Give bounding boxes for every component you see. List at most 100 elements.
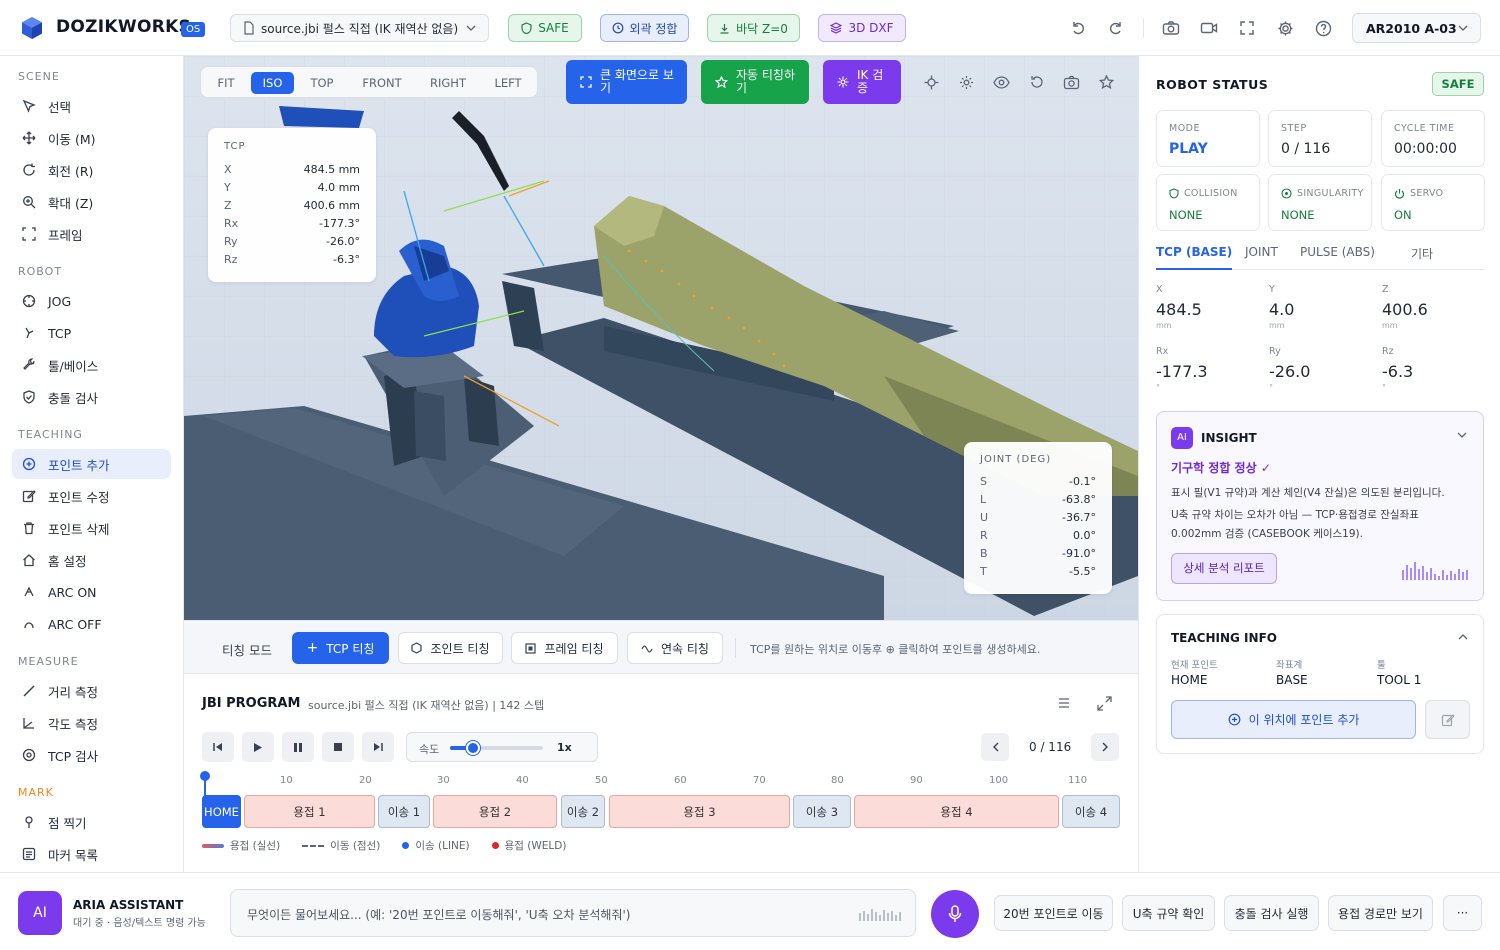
sidebar-item-add-point[interactable]: 포인트 추가	[12, 449, 171, 479]
chip-collision-run[interactable]: 충돌 검사 실행	[1224, 895, 1319, 931]
chevron-up-icon[interactable]	[1458, 634, 1468, 640]
sidebar-item-zoom[interactable]: 확대 (Z)	[12, 187, 171, 217]
tab-pulse[interactable]: PULSE (ABS)	[1300, 245, 1375, 259]
sidebar-item-tcp[interactable]: TCP	[12, 318, 171, 348]
tab-tcp-base[interactable]: TCP (BASE)	[1156, 245, 1233, 270]
sidebar-item-collision[interactable]: 충돌 검사	[12, 382, 171, 412]
zoom-icon	[22, 195, 36, 209]
tcp-teach-button[interactable]: + TCP 티칭	[292, 632, 389, 664]
robot-model-selector[interactable]: AR2010 A-03	[1352, 13, 1481, 43]
camera-icon[interactable]	[1159, 16, 1183, 40]
sidebar-item-marker-list[interactable]: 마커 목록	[12, 839, 171, 869]
segment-weld[interactable]: 용접 1	[244, 795, 375, 828]
sidebar-item-distance[interactable]: 거리 측정	[12, 676, 171, 706]
sidebar-item-arc-off[interactable]: ARC OFF	[12, 609, 171, 639]
chip-weld-path-only[interactable]: 용접 경로만 보기	[1328, 895, 1433, 931]
edit-icon	[1441, 713, 1455, 727]
auto-teach-button[interactable]: 자동 티칭하 기	[701, 60, 809, 104]
segment-move[interactable]: 이송 4	[1062, 795, 1120, 828]
favorite-star-icon[interactable]	[1094, 70, 1118, 94]
view-front-button[interactable]: FRONT	[351, 72, 413, 94]
coord-unit: °	[1156, 383, 1160, 392]
file-selector[interactable]: source.jbi 펄스 직접 (IK 재역산 없음)	[230, 14, 489, 42]
sidebar-item-edit-point[interactable]: 포인트 수정	[12, 481, 171, 511]
sidebar-item-tcp-check[interactable]: TCP 검사	[12, 740, 171, 770]
sun-icon[interactable]	[954, 70, 978, 94]
tool-value: TOOL 1	[1377, 673, 1422, 687]
fullscreen-icon[interactable]	[1235, 16, 1259, 40]
speed-slider[interactable]	[450, 741, 543, 755]
sidebar-item-home-set[interactable]: 홈 설정	[12, 545, 171, 575]
tab-joint[interactable]: JOINT	[1245, 245, 1278, 259]
tcp-row-key: Rx	[224, 217, 239, 230]
chevron-down-icon[interactable]	[1457, 432, 1467, 438]
tcp-row-key: Z	[224, 199, 232, 212]
sidebar-item-arc-on[interactable]: ARC ON	[12, 577, 171, 607]
undo-icon[interactable]	[1066, 16, 1090, 40]
chip-go-point-20[interactable]: 20번 포인트로 이동	[994, 895, 1113, 931]
crosshair-icon[interactable]	[919, 70, 943, 94]
stop-button[interactable]	[322, 732, 354, 762]
tab-other[interactable]: 기타	[1411, 245, 1433, 262]
3d-viewport[interactable]: TCP X 484.5 mm Y 4.0 mm Z 400.6 mm Rx -177.3° Ry…	[184, 56, 1138, 620]
timeline-cursor-knob[interactable]	[200, 771, 210, 781]
sidebar-item-angle[interactable]: 각도 측정	[12, 708, 171, 738]
sidebar-item-tool-base[interactable]: 툴/베이스	[12, 350, 171, 380]
app-name: DOZIKWORKS	[56, 17, 192, 37]
view-iso-button[interactable]: ISO	[251, 72, 294, 94]
edit-point-button[interactable]	[1425, 700, 1470, 739]
segment-move[interactable]: 이송 2	[561, 795, 605, 828]
ruler-icon	[22, 684, 36, 698]
video-icon[interactable]	[1197, 16, 1221, 40]
sidebar-item-mark-point[interactable]: 점 찍기	[12, 807, 171, 837]
sidebar-item-jog[interactable]: JOG	[12, 286, 171, 316]
menu-icon[interactable]	[1057, 697, 1071, 709]
expand-icon[interactable]	[1097, 696, 1112, 711]
prev-step-button[interactable]	[981, 733, 1009, 761]
segment-weld[interactable]: 용접 2	[433, 795, 557, 828]
view-left-button[interactable]: LEFT	[483, 72, 533, 94]
skip-forward-button[interactable]	[362, 732, 394, 762]
help-icon[interactable]	[1311, 16, 1335, 40]
view-fit-button[interactable]: FIT	[209, 72, 243, 94]
speed-slider-knob[interactable]	[466, 741, 481, 755]
segment-weld[interactable]: 용접 4	[854, 795, 1059, 828]
chip-u-axis-check[interactable]: U축 규약 확인	[1122, 895, 1215, 931]
section-title-robot: ROBOT	[18, 265, 63, 278]
add-point-here-button[interactable]: 이 위치에 포인트 추가	[1171, 700, 1416, 739]
view-top-button[interactable]: TOP	[301, 72, 343, 94]
sidebar-item-delete-point[interactable]: 포인트 삭제	[12, 513, 171, 543]
more-button[interactable]: ···	[1443, 895, 1482, 931]
frame-teach-button[interactable]: 프레임 티칭	[511, 632, 618, 664]
screenshot-icon[interactable]	[1059, 70, 1083, 94]
sidebar-item-frame[interactable]: 프레임	[12, 219, 171, 249]
play-button[interactable]	[242, 732, 274, 762]
teach-mode-label: 티칭 모드	[222, 643, 272, 658]
reset-view-icon[interactable]	[1024, 70, 1048, 94]
sidebar-item-move[interactable]: 이동 (M)	[12, 123, 171, 153]
wave-icon	[641, 643, 653, 653]
next-step-button[interactable]	[1091, 733, 1119, 761]
ik-verify-button[interactable]: IK 검증	[823, 60, 901, 104]
segment-weld[interactable]: 용접 3	[609, 795, 790, 828]
continuous-teach-button[interactable]: 연속 티칭	[627, 632, 723, 664]
redo-icon[interactable]	[1104, 16, 1128, 40]
mic-button[interactable]	[931, 890, 979, 938]
segment-move[interactable]: 이송 3	[793, 795, 851, 828]
joint-teach-button[interactable]: 조인트 티칭	[398, 632, 503, 664]
coord-label: Rx	[1156, 346, 1169, 357]
joint-card-title: JOINT (DEG)	[980, 454, 1052, 465]
segment-move[interactable]: 이송 1	[378, 795, 430, 828]
big-view-button[interactable]: 큰 화면으로 보기	[566, 60, 687, 104]
segment-home[interactable]: HOME	[202, 795, 241, 828]
pause-button[interactable]	[282, 732, 314, 762]
assistant-input[interactable]: 무엇이든 물어보세요... (예: '20번 포인트로 이동해줘', 'U축 오…	[230, 889, 916, 937]
gear-icon[interactable]	[1273, 16, 1297, 40]
view-right-button[interactable]: RIGHT	[419, 72, 477, 94]
skip-back-button[interactable]	[202, 732, 234, 762]
detail-report-button[interactable]: 상세 분석 리포트	[1171, 553, 1277, 584]
sidebar-item-select[interactable]: 선택	[12, 91, 171, 121]
sidebar-item-rotate[interactable]: 회전 (R)	[12, 155, 171, 185]
eye-icon[interactable]	[989, 70, 1013, 94]
tcp-row-value: 484.5 mm	[303, 163, 360, 176]
